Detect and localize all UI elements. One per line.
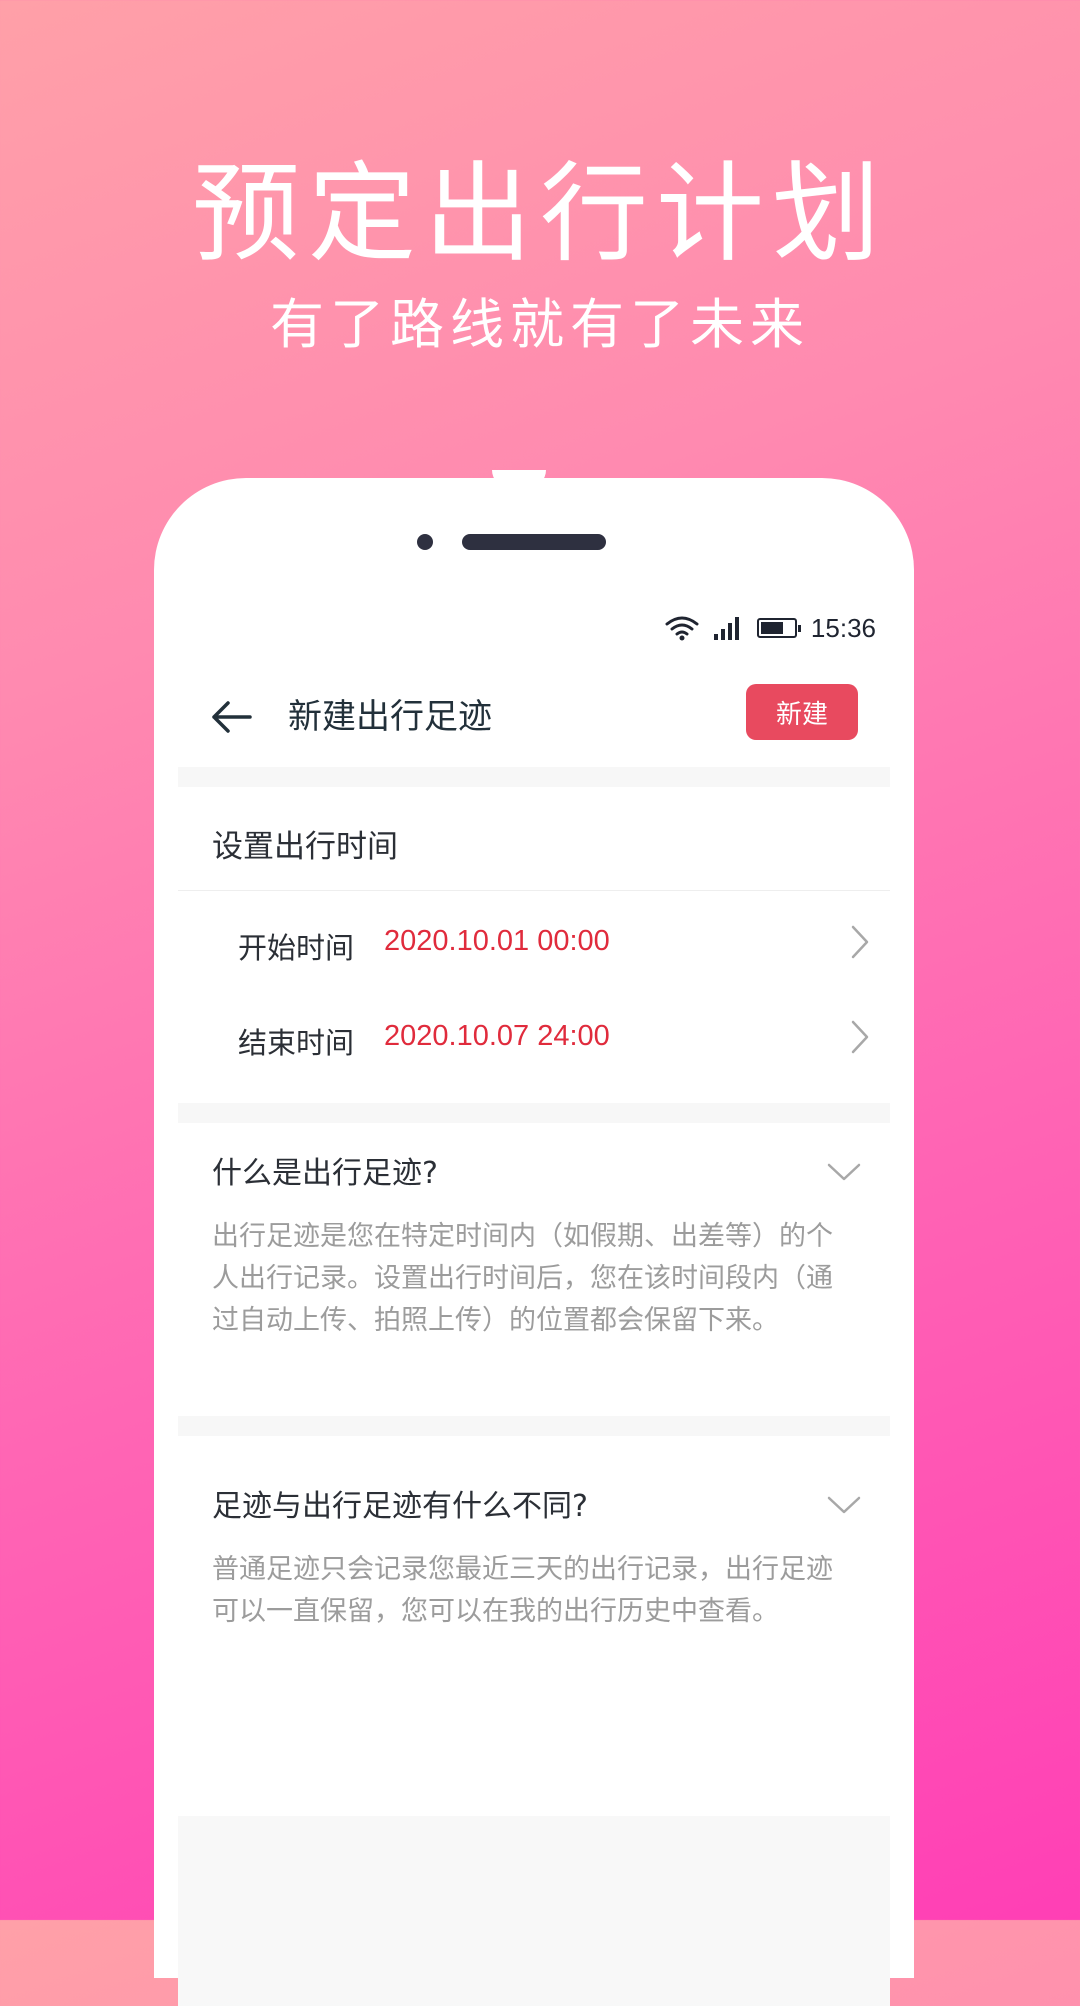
chevron-down-icon bbox=[827, 1163, 861, 1181]
chevron-right-icon bbox=[851, 925, 869, 959]
start-time-value: 2020.10.01 00:00 bbox=[384, 925, 610, 957]
wifi-icon bbox=[665, 616, 699, 641]
section-divider bbox=[178, 767, 890, 787]
section-divider bbox=[178, 1416, 890, 1436]
promo-subline: 有了路线就有了未来 bbox=[270, 293, 810, 356]
time-section-title: 设置出行时间 bbox=[212, 829, 398, 865]
section-divider bbox=[178, 1103, 890, 1123]
phone-frame: 15:36 新建出行足迹 新建 设置出行时间 开始时间 2020.10.01 0… bbox=[154, 478, 914, 2006]
phone-camera bbox=[417, 534, 433, 550]
chevron-right-icon bbox=[851, 1020, 869, 1054]
faq-answer: 普通足迹只会记录您最近三天的出行记录，出行足迹可以一直保留，您可以在我的出行历史… bbox=[212, 1554, 833, 1627]
create-button[interactable]: 新建 bbox=[746, 684, 858, 740]
status-bar: 15:36 bbox=[665, 608, 876, 648]
arrow-left-icon[interactable] bbox=[208, 694, 254, 740]
faq-question: 什么是出行足迹? bbox=[212, 1156, 438, 1191]
signal-icon bbox=[713, 617, 739, 640]
end-time-value: 2020.10.07 24:00 bbox=[384, 1020, 610, 1052]
bottom-blank-area bbox=[178, 1816, 890, 2006]
page-title: 新建出行足迹 bbox=[288, 697, 492, 737]
section-hr bbox=[178, 890, 890, 891]
battery-icon bbox=[756, 618, 801, 638]
faq-answer: 出行足迹是您在特定时间内（如假期、出差等）的个人出行记录。设置出行时间后，您在该… bbox=[212, 1221, 833, 1336]
phone-speaker bbox=[462, 534, 606, 550]
app-bar: 新建出行足迹 新建 bbox=[178, 672, 890, 762]
promo-headline: 预定出行计划 bbox=[191, 152, 888, 277]
start-time-label: 开始时间 bbox=[238, 931, 355, 965]
status-time: 15:36 bbox=[810, 612, 876, 643]
faq-question: 足迹与出行足迹有什么不同? bbox=[212, 1489, 588, 1524]
end-time-label: 结束时间 bbox=[238, 1026, 355, 1060]
chevron-down-icon bbox=[827, 1496, 861, 1514]
app-screen: 15:36 新建出行足迹 新建 设置出行时间 开始时间 2020.10.01 0… bbox=[178, 608, 890, 2006]
